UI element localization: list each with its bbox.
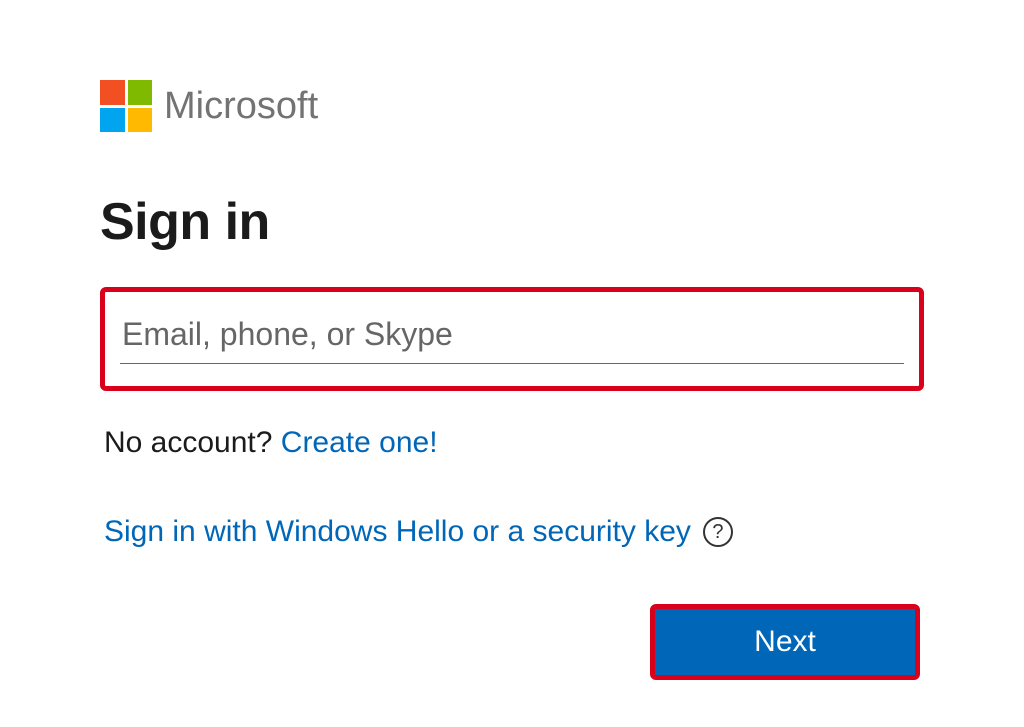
button-row: Next xyxy=(100,604,924,680)
brand-name: Microsoft xyxy=(164,85,318,128)
alt-signin-row: Sign in with Windows Hello or a security… xyxy=(100,515,924,549)
alt-signin-link[interactable]: Sign in with Windows Hello or a security… xyxy=(104,515,691,549)
input-highlight-box xyxy=(100,287,924,391)
no-account-prefix: No account? xyxy=(104,426,281,459)
signin-card: Microsoft Sign in No account? Create one… xyxy=(0,0,1024,680)
email-field[interactable] xyxy=(120,310,904,364)
page-title: Sign in xyxy=(100,192,924,252)
no-account-text: No account? Create one! xyxy=(100,426,924,460)
create-account-link[interactable]: Create one! xyxy=(281,426,438,459)
next-button[interactable]: Next xyxy=(655,609,915,675)
microsoft-logo-icon xyxy=(100,80,152,132)
next-button-highlight-box: Next xyxy=(650,604,920,680)
brand-row: Microsoft xyxy=(100,80,924,132)
help-icon[interactable]: ? xyxy=(703,517,733,547)
